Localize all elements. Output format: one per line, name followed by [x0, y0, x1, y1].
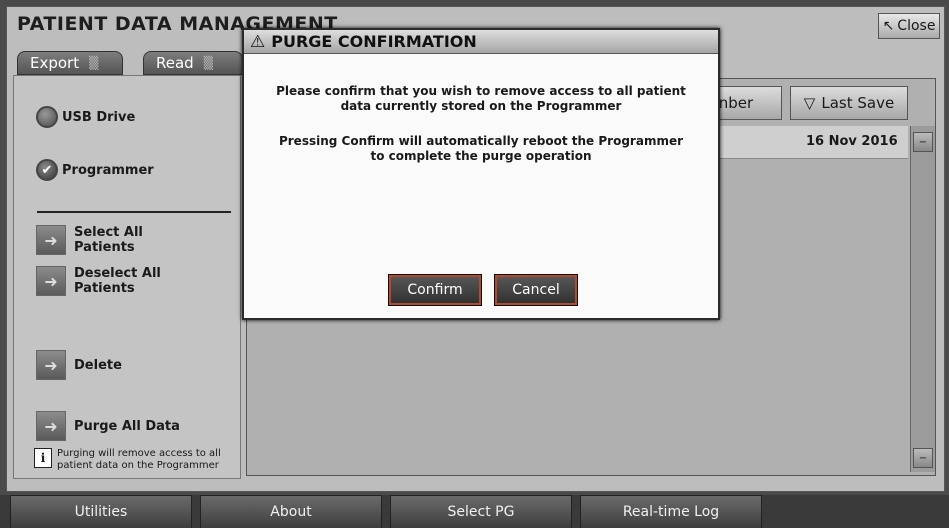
tab-read-label: Read: [156, 54, 194, 72]
deselect-all-label: Deselect All Patients: [74, 266, 161, 296]
read-icon: ▒: [203, 56, 213, 70]
info-icon: i: [34, 448, 52, 468]
select-all-patients-button[interactable]: ➜ Select All Patients: [36, 225, 143, 255]
cancel-label: Cancel: [512, 282, 560, 298]
radio-programmer[interactable]: ✔ Programmer: [36, 159, 154, 181]
delete-button[interactable]: ➜ Delete: [36, 350, 122, 380]
arrow-right-icon: ➜: [36, 225, 66, 255]
last-save-cell: 16 Nov 2016: [806, 134, 898, 149]
tab-utilities[interactable]: Utilities: [10, 495, 192, 528]
arrow-right-icon: ➜: [36, 266, 66, 296]
scroll-down-icon[interactable]: −: [913, 448, 933, 468]
radio-usb-drive[interactable]: USB Drive: [36, 106, 135, 128]
export-icon: ▒: [89, 56, 99, 70]
tab-real-time-log[interactable]: Real-time Log: [580, 495, 762, 528]
tab-real-time-log-label: Real-time Log: [622, 504, 720, 520]
radio-usb-drive-label: USB Drive: [62, 109, 136, 125]
arrow-right-icon: ➜: [36, 350, 66, 380]
tab-select-pg[interactable]: Select PG: [390, 495, 572, 528]
radio-unchecked-icon: [36, 106, 58, 128]
radio-programmer-label: Programmer: [62, 162, 154, 178]
dialog-message-reboot: Pressing Confirm will automatically rebo…: [278, 134, 684, 163]
sort-down-icon: ▽: [803, 94, 816, 112]
confirm-button[interactable]: Confirm: [388, 274, 482, 306]
dialog-message-confirm: Please confirm that you wish to remove a…: [276, 84, 686, 113]
tab-utilities-label: Utilities: [74, 504, 128, 520]
purge-confirmation-dialog: ⚠ PURGE CONFIRMATION Please confirm that…: [242, 28, 720, 320]
column-last-save-label: Last Save: [821, 94, 895, 112]
cancel-button[interactable]: Cancel: [494, 274, 578, 306]
purge-info-text: Purging will remove access to all patien…: [57, 448, 221, 471]
dialog-header: ⚠ PURGE CONFIRMATION: [244, 30, 718, 54]
confirm-label: Confirm: [407, 282, 463, 298]
column-last-save-header[interactable]: ▽ Last Save: [790, 86, 908, 120]
purge-all-data-button[interactable]: ➜ Purge All Data: [36, 411, 180, 441]
arrow-up-left-icon: ↖: [882, 18, 895, 34]
deselect-all-patients-button[interactable]: ➜ Deselect All Patients: [36, 266, 161, 296]
arrow-right-icon: ➜: [36, 411, 66, 441]
tab-export[interactable]: Export ▒: [17, 51, 123, 75]
warning-icon: ⚠: [250, 31, 266, 52]
purge-info: i Purging will remove access to all pati…: [34, 448, 221, 472]
tab-select-pg-label: Select PG: [447, 504, 515, 520]
checkmark-icon: ✔: [36, 159, 58, 181]
tab-about-label: About: [270, 504, 312, 520]
tab-about[interactable]: About: [200, 495, 382, 528]
tab-read[interactable]: Read ▒: [143, 51, 243, 75]
footer-bar: Utilities About Select PG Real-time Log: [0, 495, 949, 528]
dialog-title: PURGE CONFIRMATION: [271, 32, 477, 51]
scrollbar[interactable]: − −: [910, 126, 935, 472]
tab-export-label: Export: [30, 54, 80, 72]
close-label: Close: [897, 18, 936, 34]
scroll-up-icon[interactable]: −: [913, 132, 933, 152]
divider: [37, 211, 231, 213]
column-number-label: nber: [718, 94, 754, 112]
purge-all-data-label: Purge All Data: [74, 418, 180, 434]
delete-label: Delete: [74, 357, 122, 373]
close-button[interactable]: ↖ Close: [878, 13, 940, 39]
select-all-label: Select All Patients: [74, 225, 143, 255]
